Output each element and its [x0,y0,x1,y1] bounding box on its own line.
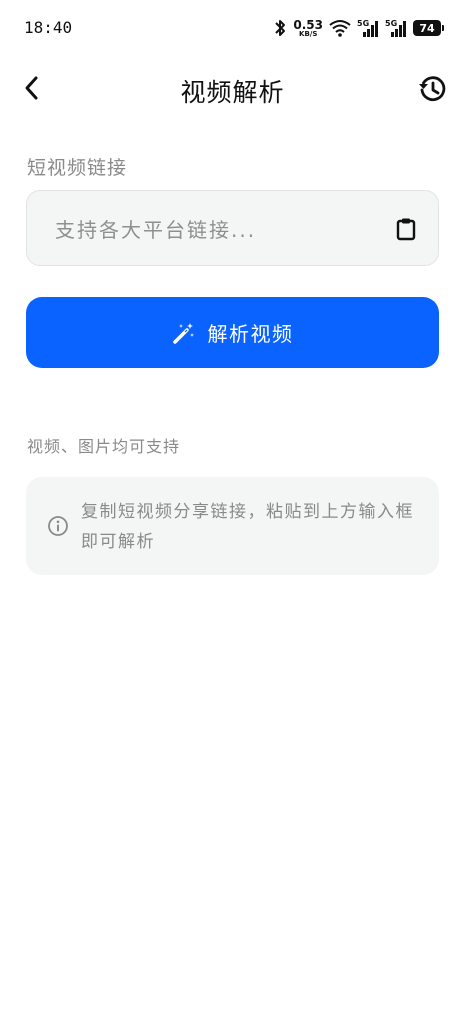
support-note: 视频、图片均可支持 [27,437,181,456]
paste-button[interactable] [394,216,418,242]
info-icon [47,515,69,537]
signal-5g-label: 5G [357,19,369,28]
wifi-icon [329,19,351,37]
network-speed-unit: KB/S [299,29,318,38]
signal-5g-label: 5G [385,19,397,28]
link-input[interactable] [53,211,377,249]
network-speed-value: 0.53 [293,17,323,32]
battery-level: 74 [419,21,435,35]
tip-card: 复制短视频分享链接，粘贴到上方输入框即可解析 [26,477,439,575]
link-section-label: 短视频链接 [27,157,128,179]
bluetooth-icon [273,18,287,38]
clipboard-icon [396,218,416,241]
signal-icon: 5G [385,18,407,38]
status-time: 18:40 [24,18,73,37]
history-button[interactable] [415,72,449,106]
battery-cap [442,25,444,31]
signal-icon: 5G [357,18,379,38]
status-icons: 0.53 KB/S 5G 5G 74 [273,16,444,40]
page-title: 视频解析 [180,78,285,107]
nav-bar: 视频解析 [0,62,465,116]
network-speed: 0.53 KB/S [293,19,323,38]
parse-video-button[interactable]: 解析视频 [26,297,439,368]
tip-text: 复制短视频分享链接，粘贴到上方输入框即可解析 [81,502,414,552]
link-field [26,190,439,266]
parse-video-label: 解析视频 [207,322,294,346]
magic-wand-icon [172,322,194,344]
history-icon [419,76,446,102]
status-bar: 18:40 0.53 KB/S 5G 5G 74 [0,0,465,56]
battery-icon: 74 [413,20,444,36]
